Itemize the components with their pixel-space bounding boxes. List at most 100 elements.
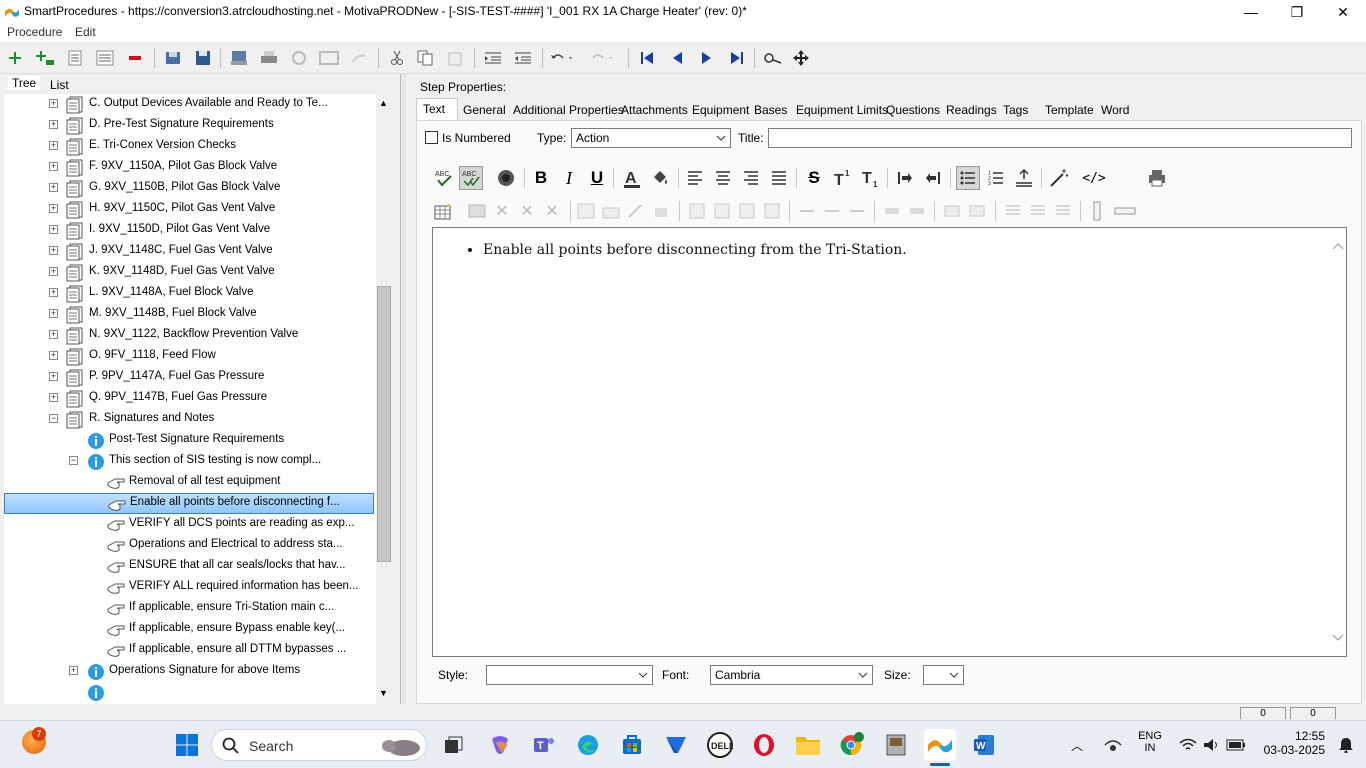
tree-item[interactable]: VERIFY all DCS points are reading as exp… [4, 514, 374, 535]
table-shading-icon[interactable] [965, 199, 989, 223]
numbered-list-icon[interactable]: 123 [984, 166, 1008, 190]
mail-app-icon[interactable] [660, 729, 692, 761]
strikethrough-icon[interactable]: S [802, 166, 826, 190]
undo-icon[interactable] [550, 48, 572, 68]
step-text-editor[interactable]: Enable all points before disconnecting f… [432, 227, 1347, 657]
table-border-icon[interactable] [940, 199, 964, 223]
add-icon[interactable] [4, 48, 26, 68]
cell-erase-icon[interactable] [649, 199, 673, 223]
opera-icon[interactable] [748, 729, 780, 761]
start-icon[interactable] [171, 729, 203, 761]
font-color-icon[interactable]: A [620, 166, 644, 190]
open-icon[interactable] [162, 48, 184, 68]
file-explorer-icon[interactable] [792, 729, 824, 761]
tab-equipment[interactable]: Equipment [692, 103, 749, 117]
panel-splitter[interactable] [400, 74, 406, 704]
tab-word[interactable]: Word [1101, 103, 1129, 117]
remote-desktop-icon[interactable] [880, 729, 912, 761]
delete-icon[interactable] [124, 48, 146, 68]
chrome-icon[interactable] [836, 729, 868, 761]
align-left-icon[interactable] [683, 166, 707, 190]
chevron-up-icon[interactable]: ︿ [1071, 737, 1083, 754]
tree-item[interactable]: If applicable, ensure Bypass enable key(… [4, 619, 374, 640]
tab-template[interactable]: Template [1045, 103, 1094, 117]
tab-attachments[interactable]: Attachments [621, 103, 688, 117]
tab-additional-properties[interactable]: Additional Properties [513, 103, 624, 117]
horizontal-line-icon[interactable] [1012, 166, 1036, 190]
cell-properties-icon[interactable] [574, 199, 598, 223]
battery-icon[interactable] [1220, 729, 1252, 761]
preview-icon[interactable] [228, 48, 250, 68]
find-icon[interactable] [762, 48, 784, 68]
print-icon[interactable] [1145, 166, 1169, 190]
italic-icon[interactable]: I [557, 166, 581, 190]
edge-icon[interactable] [572, 729, 604, 761]
tree-item[interactable]: Post-Test Signature Requirements [4, 430, 374, 451]
tree-item[interactable]: + L. 9XV_1148A, Fuel Block Valve [4, 283, 374, 304]
tab-list[interactable]: List [50, 78, 69, 92]
notification-bell-icon[interactable] [1330, 729, 1362, 761]
tree-item[interactable]: + Operations Signature for above Items [4, 661, 374, 682]
previous-icon[interactable] [666, 48, 688, 68]
table-properties-icon[interactable] [465, 199, 489, 223]
cell-edit-icon[interactable] [624, 199, 648, 223]
indent-step-icon[interactable] [64, 48, 86, 68]
tab-bases[interactable]: Bases [754, 103, 787, 117]
tree-item[interactable]: − R. Signatures and Notes [4, 409, 374, 430]
refresh-icon[interactable] [288, 48, 310, 68]
smartprocedures-taskbar-icon[interactable] [924, 729, 956, 761]
add-child-icon[interactable] [34, 48, 56, 68]
insert-col-left-icon[interactable] [685, 199, 709, 223]
tree-item[interactable]: + G. 9XV_1150B, Pilot Gas Block Valve [4, 178, 374, 199]
indent-left-icon[interactable] [921, 166, 945, 190]
tree-item[interactable] [4, 682, 374, 703]
align-top-icon[interactable] [1001, 199, 1025, 223]
tab-text[interactable]: Text [416, 98, 458, 120]
indent-right-icon[interactable] [893, 166, 917, 190]
tree-item[interactable]: Operations and Electrical to address sta… [4, 535, 374, 556]
tab-general[interactable]: General [463, 103, 506, 117]
insert-row-icon[interactable] [845, 199, 869, 223]
horizontal-box-icon[interactable] [1110, 199, 1140, 223]
align-middle-icon[interactable] [1026, 199, 1050, 223]
tree-item[interactable]: + Q. 9PV_1147B, Fuel Gas Pressure [4, 388, 374, 409]
bulleted-list-icon[interactable] [956, 166, 980, 190]
delete-column-icon[interactable]: ✕ [540, 199, 564, 223]
tree-item[interactable]: Removal of all test equipment [4, 472, 374, 493]
subscript-icon[interactable]: T1 [858, 166, 882, 190]
taskbar-search[interactable]: Search [211, 729, 427, 761]
tree-item[interactable]: + I. 9XV_1150D, Pilot Gas Vent Valve [4, 220, 374, 241]
tab-questions[interactable]: Questions [886, 103, 940, 117]
align-center-icon[interactable] [711, 166, 735, 190]
cut-icon[interactable] [386, 48, 408, 68]
size-dropdown[interactable] [923, 665, 964, 685]
is-numbered-checkbox[interactable] [425, 131, 438, 144]
scroll-up-icon[interactable]: ▲ [379, 98, 388, 108]
type-dropdown[interactable]: Action [571, 128, 731, 148]
underline-icon[interactable]: U [585, 166, 609, 190]
insert-row-below-icon[interactable] [820, 199, 844, 223]
redo-disabled-icon[interactable] [348, 48, 370, 68]
language-indicator[interactable]: ENG IN [1138, 730, 1162, 754]
superscript-icon[interactable]: T1 [830, 166, 854, 190]
delete-table-icon[interactable]: ✕ [490, 199, 514, 223]
tree-item[interactable]: + C. Output Devices Available and Ready t… [4, 94, 374, 115]
color-wheel-icon[interactable] [494, 166, 518, 190]
first-icon[interactable] [636, 48, 658, 68]
network-status-icon[interactable] [1097, 729, 1129, 761]
form-icon[interactable] [318, 48, 340, 68]
tree-item[interactable]: + M. 9XV_1148B, Fuel Block Valve [4, 304, 374, 325]
print-icon[interactable] [258, 48, 280, 68]
menu-edit[interactable]: Edit [75, 25, 96, 39]
vertical-box-icon[interactable] [1085, 199, 1109, 223]
highlight-color-icon[interactable] [648, 166, 672, 190]
insert-col-right-icon[interactable] [710, 199, 734, 223]
tree-item[interactable]: + O. 9FV_1118, Feed Flow [4, 346, 374, 367]
justify-icon[interactable] [767, 166, 791, 190]
tree-scroll-thumb[interactable] [377, 286, 391, 562]
increase-indent-icon[interactable] [482, 48, 504, 68]
procedure-tree[interactable]: + C. Output Devices Available and Ready t… [4, 94, 376, 704]
tree-scrollbar[interactable]: ▲ ▼ [376, 94, 393, 704]
decrease-indent-icon[interactable] [512, 48, 534, 68]
column-width-icon[interactable] [905, 199, 929, 223]
